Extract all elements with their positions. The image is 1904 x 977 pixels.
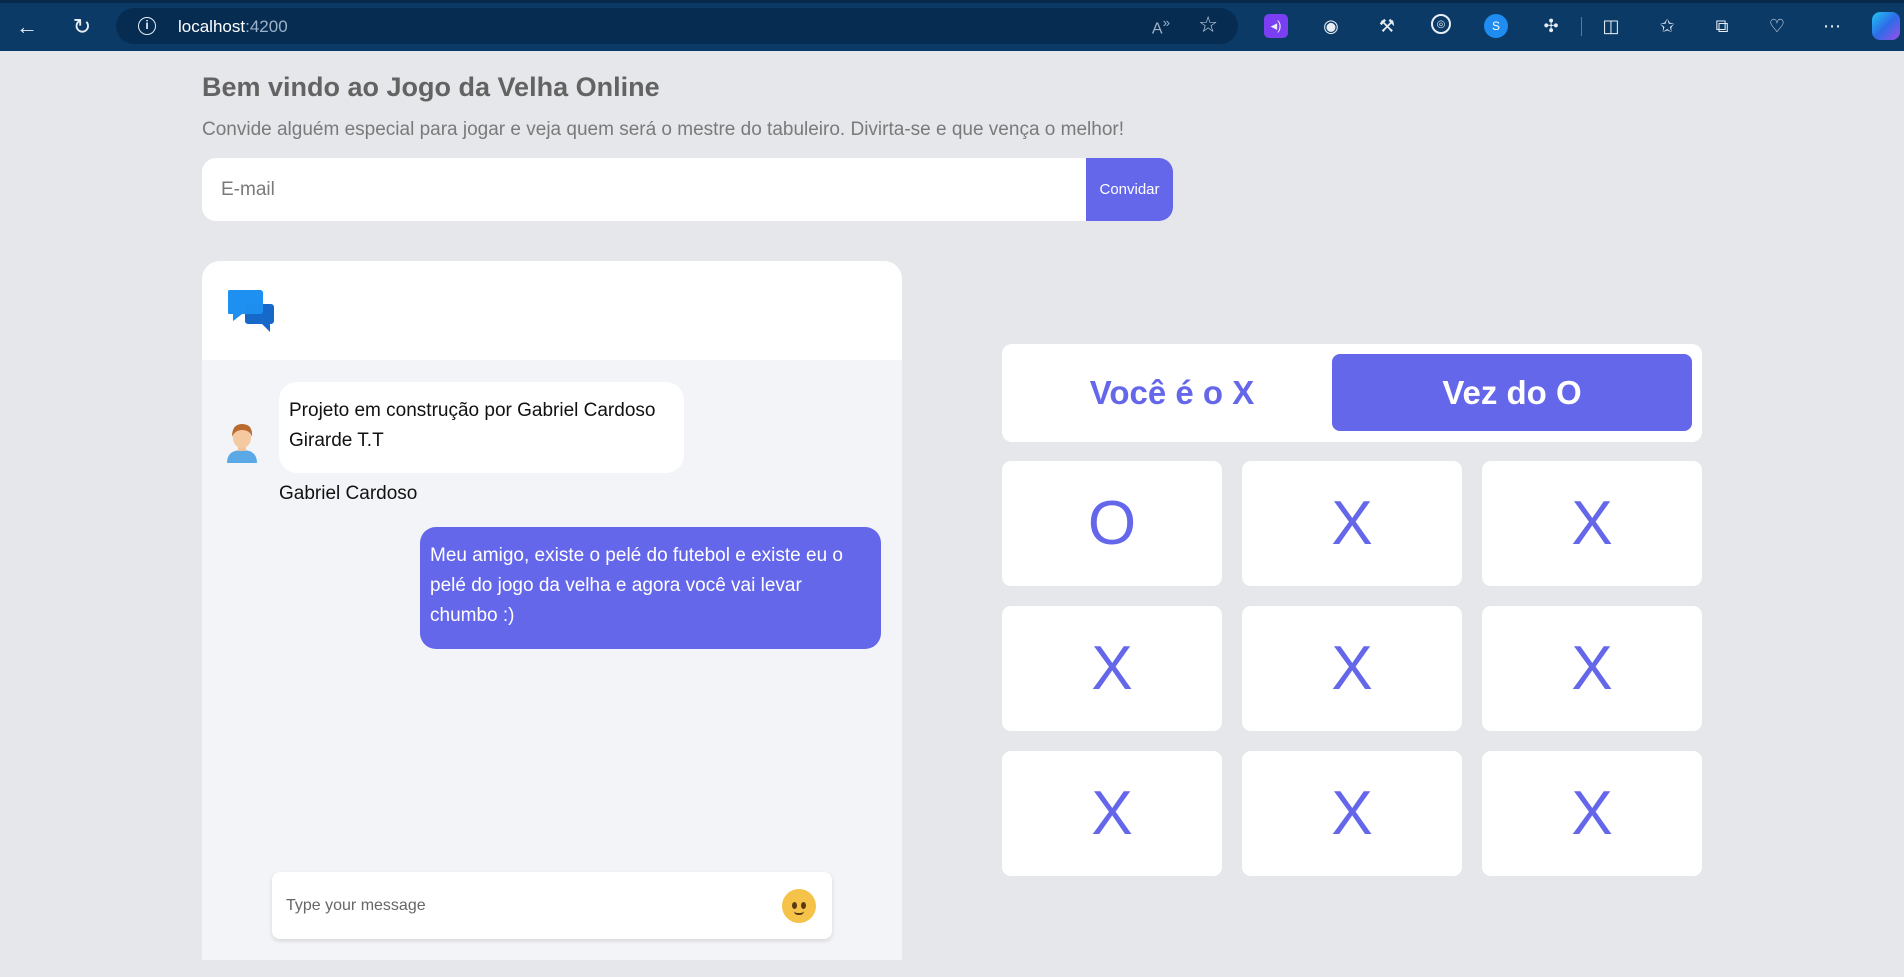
url-text: localhost:4200 [178, 17, 288, 37]
invite-button[interactable]: Convidar [1086, 158, 1173, 221]
message-sender-name: Gabriel Cardoso [279, 483, 418, 504]
emoji-picker-icon[interactable] [782, 889, 816, 923]
tab-strip [0, 0, 1904, 3]
chat-header [202, 261, 902, 360]
user-avatar-icon [227, 424, 257, 463]
address-bar[interactable]: i localhost:4200 A» ☆ [116, 8, 1238, 44]
favorites-icon[interactable]: ✩ [1655, 14, 1679, 38]
board-cell-5[interactable]: X [1482, 606, 1702, 731]
chat-bubbles-icon [228, 290, 274, 332]
invite-form: Convidar [202, 158, 1173, 221]
toolbar-divider [1581, 17, 1582, 36]
copilot-icon[interactable] [1872, 12, 1900, 40]
message-composer [272, 872, 832, 939]
target-extension-icon[interactable]: ◎ [1431, 14, 1451, 34]
favorite-star-icon[interactable]: ☆ [1198, 12, 1218, 38]
read-aloud-icon[interactable]: A» [1152, 15, 1170, 38]
chat-panel: Projeto em construção por Gabriel Cardos… [202, 261, 902, 960]
board-cell-0[interactable]: O [1002, 461, 1222, 586]
board-cell-4[interactable]: X [1242, 606, 1462, 731]
incoming-message-bubble: Projeto em construção por Gabriel Cardos… [279, 382, 684, 473]
turn-indicator: Vez do O [1332, 354, 1692, 431]
url-port: :4200 [245, 17, 288, 36]
page-subtitle: Convide alguém especial para jogar e vej… [202, 119, 1124, 140]
board-cell-2[interactable]: X [1482, 461, 1702, 586]
board-cell-1[interactable]: X [1242, 461, 1462, 586]
email-input[interactable] [202, 158, 1086, 221]
board-cell-7[interactable]: X [1242, 751, 1462, 876]
player-symbol-label: Você é o X [1089, 374, 1255, 411]
url-host: localhost [178, 17, 246, 36]
message-input[interactable] [286, 872, 766, 939]
back-arrow-icon[interactable]: ← [10, 10, 44, 44]
shazam-extension-icon[interactable]: S [1484, 14, 1508, 38]
refresh-icon[interactable]: ↻ [65, 10, 99, 44]
board-cell-6[interactable]: X [1002, 751, 1222, 876]
split-screen-icon[interactable]: ◫ [1599, 14, 1623, 38]
page-title: Bem vindo ao Jogo da Velha Online [202, 72, 660, 102]
game-status-panel: Você é o X Vez do O [1002, 344, 1702, 442]
browser-toolbar: ← ↻ i localhost:4200 A» ☆ ◂) ◉ ⚒ ◎ S ✣ ◫… [0, 0, 1904, 51]
collections-icon[interactable]: ⧉ [1710, 14, 1734, 38]
face-extension-icon[interactable]: ◉ [1319, 14, 1343, 38]
board-cell-8[interactable]: X [1482, 751, 1702, 876]
site-info-icon[interactable]: i [138, 17, 156, 35]
board-cell-3[interactable]: X [1002, 606, 1222, 731]
audio-extension-icon[interactable]: ◂) [1264, 14, 1288, 38]
more-options-icon[interactable]: ⋯ [1820, 14, 1844, 38]
browser-essentials-icon[interactable]: ♡ [1765, 14, 1789, 38]
tools-extension-icon[interactable]: ⚒ [1375, 14, 1399, 38]
outgoing-message-bubble: Meu amigo, existe o pelé do futebol e ex… [420, 527, 881, 649]
extensions-puzzle-icon[interactable]: ✣ [1539, 14, 1563, 38]
